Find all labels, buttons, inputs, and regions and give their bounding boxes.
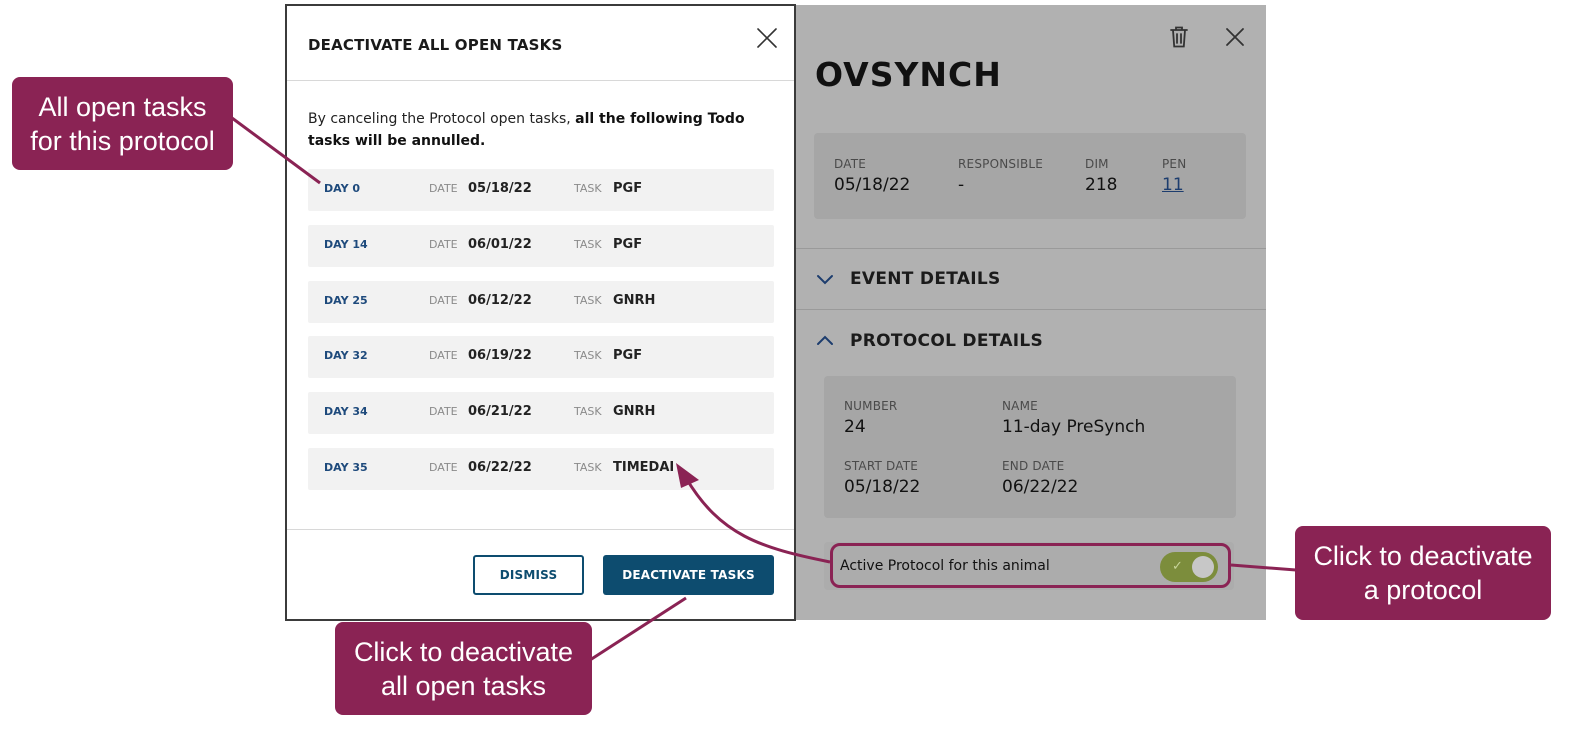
callout-open-tasks: All open tasks for this protocol bbox=[12, 77, 233, 170]
connector-deactivate-protocol bbox=[1230, 563, 1297, 572]
connector-deactivate-all bbox=[589, 596, 687, 662]
connector-open-tasks bbox=[231, 116, 321, 185]
callout-deactivate-protocol: Click to deactivate a protocol bbox=[1295, 526, 1551, 620]
connector-last-task bbox=[684, 477, 831, 564]
callout-connectors bbox=[231, 116, 1297, 662]
arrowhead bbox=[676, 463, 699, 488]
callout-deactivate-all: Click to deactivate all open tasks bbox=[335, 622, 592, 715]
